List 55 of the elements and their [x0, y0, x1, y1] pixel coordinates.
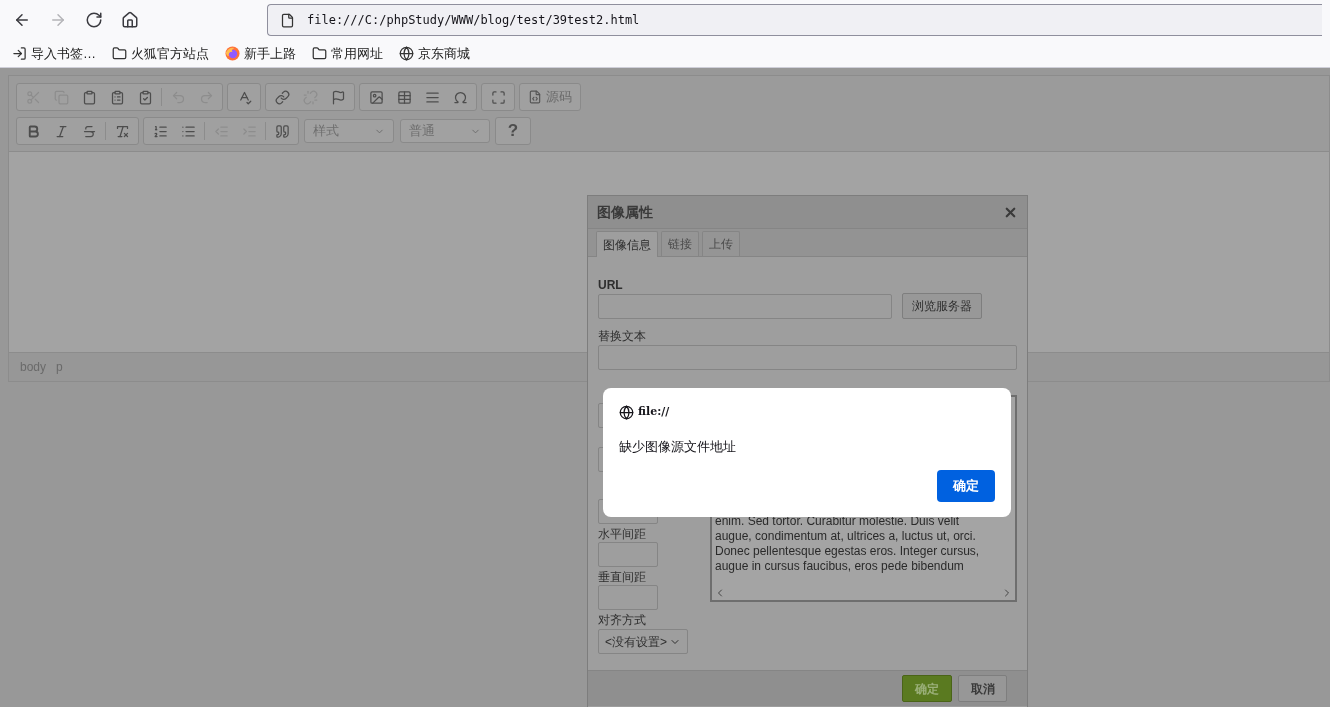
clipboard-icon: [81, 89, 97, 105]
field-label: URL: [598, 278, 624, 292]
table-icon: [396, 89, 412, 105]
reload-icon: [85, 11, 103, 29]
folder-icon: [312, 46, 327, 61]
browser-logo-icon: [225, 46, 240, 61]
preview-text-line: augue in cursus faucibus, eros pede bibendum: [715, 559, 965, 574]
alert-origin: file://: [638, 404, 670, 420]
home-icon: [121, 11, 139, 29]
dialog-title: 图像属性: [597, 202, 653, 222]
folder-icon: [112, 46, 127, 61]
bookmark-item[interactable]: 导入书签…: [8, 43, 100, 64]
strikethrough-icon: [81, 123, 97, 139]
alert-message: 缺少图像源文件地址: [619, 437, 737, 456]
arrow-icon: [49, 11, 67, 29]
bookmark-item[interactable]: 火狐官方站点: [108, 43, 213, 64]
bookmark-item[interactable]: 京东商城: [395, 43, 474, 64]
quote-icon: [274, 123, 290, 139]
globe-icon: [399, 46, 414, 61]
numbered-list-icon: [152, 123, 168, 139]
field-label: 对齐方式: [598, 613, 647, 627]
url-field[interactable]: [598, 293, 892, 319]
clear-format-icon: [114, 123, 130, 139]
clipboard-text-icon: [109, 89, 125, 105]
maximize-icon: [490, 89, 506, 105]
cancel-button[interactable]: 取消: [958, 675, 1007, 702]
page-icon: [280, 12, 295, 28]
bulleted-list-icon: [180, 123, 196, 139]
code-file-icon: [528, 90, 542, 104]
input-field[interactable]: [598, 542, 658, 567]
clipboard-check-icon: [137, 89, 153, 105]
field-label: 垂直间距: [598, 570, 647, 584]
omega-icon: [452, 89, 468, 105]
image-icon: [368, 89, 384, 105]
preview-text-line: augue, condimentum at, ultrices a, luctus ut, orci.: [715, 529, 977, 544]
input-field[interactable]: [598, 585, 658, 610]
bookmark-item[interactable]: 新手上路: [221, 43, 300, 64]
alt-text-field[interactable]: [598, 345, 1017, 370]
preview-text-line: Donec pellentesque egestas eros. Integer cursus,: [715, 544, 981, 559]
flag-icon: [330, 89, 346, 105]
import-icon: [12, 46, 27, 61]
globe-icon: [619, 404, 634, 420]
italic-icon: [53, 123, 69, 139]
field-label: 水平间距: [598, 527, 647, 541]
dialog-tab[interactable]: 图像信息: [596, 231, 658, 257]
alert-ok-button[interactable]: 确定: [937, 470, 995, 502]
align-dropdown[interactable]: <没有设置>: [598, 629, 688, 654]
horizontal-rule-icon: [424, 89, 440, 105]
address-bar[interactable]: file:///C:/phpStudy/WWW/blog/test/39test2.html: [267, 4, 1322, 36]
help-button[interactable]: ?: [498, 118, 528, 144]
field-label: 替换文本: [598, 329, 647, 343]
dialog-tab[interactable]: 链接: [661, 231, 699, 256]
link-icon: [274, 89, 290, 105]
browse-server-button[interactable]: 浏览服务器: [902, 293, 982, 319]
bookmark-item[interactable]: 常用网址: [308, 43, 387, 64]
